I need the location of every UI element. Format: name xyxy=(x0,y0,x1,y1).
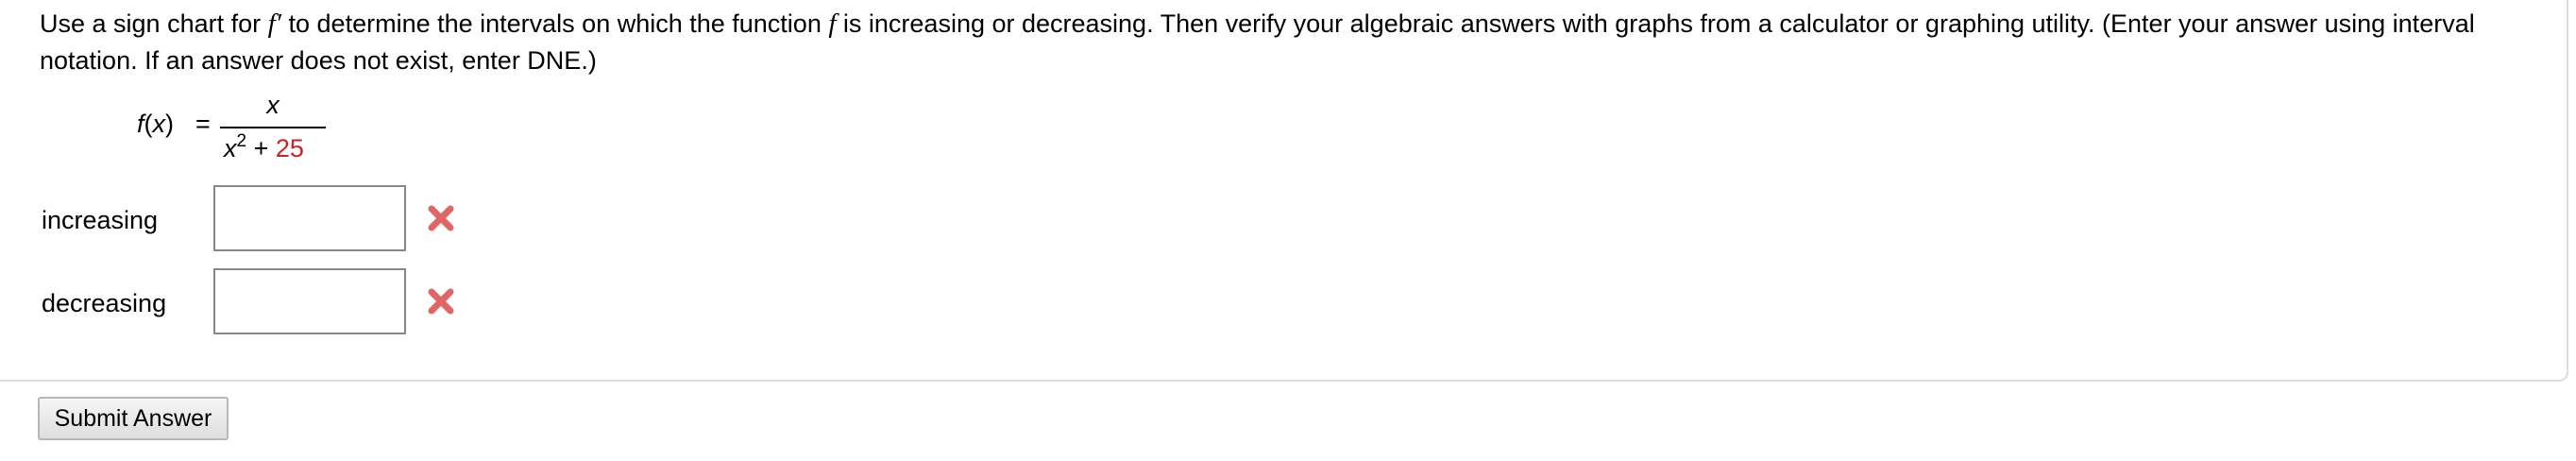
denominator-exponent: 2 xyxy=(236,131,247,151)
fraction-bar xyxy=(220,127,326,128)
cross-icon xyxy=(428,205,454,231)
denominator-operator: + xyxy=(253,134,269,162)
increasing-label: increasing xyxy=(42,206,159,234)
increasing-input[interactable] xyxy=(213,185,406,251)
prompt-text-2: to determine the intervals on which the … xyxy=(281,9,829,38)
function-label: f(x) xyxy=(137,110,175,138)
fraction-numerator: x xyxy=(266,91,280,119)
denominator-variable: x xyxy=(224,134,237,162)
question-prompt: Use a sign chart for f′ to determine the… xyxy=(40,6,2533,79)
cross-icon xyxy=(428,288,454,315)
fraction-denominator: x2 + 25 xyxy=(224,131,304,163)
prompt-text-1: Use a sign chart for xyxy=(40,9,268,38)
page: Use a sign chart for f′ to determine the… xyxy=(0,0,2576,461)
question-panel: Use a sign chart for f′ to determine the… xyxy=(0,0,2568,382)
f-prime-symbol: f′ xyxy=(267,9,282,39)
denominator-constant: 25 xyxy=(275,134,304,162)
function-variable: x xyxy=(152,110,166,138)
function-name: f xyxy=(137,110,144,138)
equals-sign: = xyxy=(195,110,211,138)
decreasing-label: decreasing xyxy=(42,289,167,317)
fraction: x x2 + 25 xyxy=(220,87,326,172)
decreasing-input[interactable] xyxy=(213,268,406,334)
submit-answer-button[interactable]: Submit Answer xyxy=(38,397,229,440)
